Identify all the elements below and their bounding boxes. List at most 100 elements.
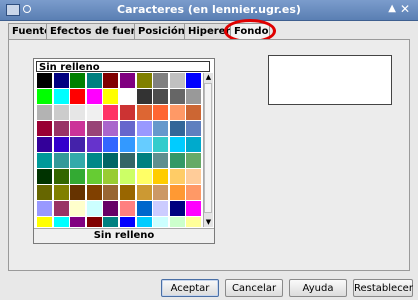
color-swatch[interactable] <box>169 89 185 104</box>
color-swatch[interactable] <box>136 137 152 152</box>
color-swatch[interactable] <box>186 169 202 184</box>
color-swatch[interactable] <box>37 121 52 136</box>
color-swatch[interactable] <box>70 201 86 216</box>
color-swatch[interactable] <box>169 185 185 200</box>
color-swatch[interactable] <box>86 73 102 88</box>
color-swatch[interactable] <box>70 137 86 152</box>
color-swatch[interactable] <box>120 73 135 88</box>
close-icon[interactable]: ✕ <box>400 2 410 16</box>
color-swatch[interactable] <box>120 121 135 136</box>
color-swatch[interactable] <box>186 201 202 216</box>
color-swatch[interactable] <box>37 89 52 104</box>
color-swatch[interactable] <box>136 185 152 200</box>
color-swatch[interactable] <box>53 169 69 184</box>
color-swatch[interactable] <box>86 121 102 136</box>
color-swatch[interactable] <box>153 105 169 120</box>
color-swatch[interactable] <box>86 185 102 200</box>
color-swatch[interactable] <box>120 153 135 168</box>
color-swatch[interactable] <box>86 169 102 184</box>
up-arrow-icon[interactable]: ▲ <box>388 3 396 14</box>
color-swatch[interactable] <box>186 137 202 152</box>
color-swatch[interactable] <box>186 121 202 136</box>
color-swatch[interactable] <box>120 217 135 227</box>
color-swatch[interactable] <box>186 217 202 227</box>
color-swatch[interactable] <box>86 153 102 168</box>
color-swatch[interactable] <box>186 73 202 88</box>
color-swatch[interactable] <box>103 137 119 152</box>
color-swatch[interactable] <box>70 73 86 88</box>
color-swatch[interactable] <box>120 169 135 184</box>
color-swatch[interactable] <box>186 89 202 104</box>
color-swatch[interactable] <box>37 201 52 216</box>
color-swatch[interactable] <box>153 121 169 136</box>
color-swatch[interactable] <box>70 89 86 104</box>
color-swatch[interactable] <box>86 137 102 152</box>
color-swatch[interactable] <box>169 137 185 152</box>
color-swatch[interactable] <box>153 153 169 168</box>
color-swatch[interactable] <box>120 185 135 200</box>
color-swatch[interactable] <box>53 153 69 168</box>
color-swatch[interactable] <box>37 73 52 88</box>
color-swatch[interactable] <box>186 153 202 168</box>
color-swatch[interactable] <box>153 217 169 227</box>
tab-fuente[interactable]: Fuente <box>8 23 50 39</box>
color-swatch[interactable] <box>37 153 52 168</box>
color-swatch[interactable] <box>70 121 86 136</box>
color-swatch[interactable] <box>169 73 185 88</box>
color-swatch[interactable] <box>37 169 52 184</box>
tab-efectos-de-fuente[interactable]: Efectos de fuente <box>46 23 138 39</box>
color-swatch[interactable] <box>136 121 152 136</box>
scroll-down-icon[interactable]: ▼ <box>204 218 213 227</box>
color-swatch[interactable] <box>86 217 102 227</box>
color-swatch[interactable] <box>37 137 52 152</box>
color-swatch[interactable] <box>53 121 69 136</box>
color-swatch[interactable] <box>70 185 86 200</box>
color-swatch[interactable] <box>37 105 52 120</box>
color-swatch[interactable] <box>70 153 86 168</box>
scroll-up-icon[interactable]: ▲ <box>204 73 213 82</box>
color-swatch[interactable] <box>169 121 185 136</box>
color-swatch[interactable] <box>169 217 185 227</box>
color-swatch[interactable] <box>53 89 69 104</box>
title-bar[interactable]: Caracteres (en lennier.ugr.es) ▲ ✕ <box>0 0 418 21</box>
color-swatch[interactable] <box>153 201 169 216</box>
color-swatch[interactable] <box>70 105 86 120</box>
color-swatch[interactable] <box>70 169 86 184</box>
color-swatch[interactable] <box>186 105 202 120</box>
color-swatch[interactable] <box>103 105 119 120</box>
color-swatch[interactable] <box>169 169 185 184</box>
color-swatch[interactable] <box>103 185 119 200</box>
color-swatch[interactable] <box>37 185 52 200</box>
color-swatch[interactable] <box>103 217 119 227</box>
color-swatch[interactable] <box>103 153 119 168</box>
color-swatch[interactable] <box>153 89 169 104</box>
scroll-thumb[interactable] <box>204 83 212 213</box>
color-swatch[interactable] <box>136 89 152 104</box>
color-swatch[interactable] <box>103 89 119 104</box>
tab-posicion[interactable]: Posición <box>134 23 188 39</box>
color-swatch[interactable] <box>103 201 119 216</box>
color-swatch[interactable] <box>53 137 69 152</box>
cancel-button[interactable]: Cancelar <box>225 279 283 297</box>
color-swatch[interactable] <box>86 201 102 216</box>
color-swatch[interactable] <box>103 73 119 88</box>
color-swatch[interactable] <box>169 201 185 216</box>
color-swatch[interactable] <box>103 169 119 184</box>
color-swatch[interactable] <box>86 89 102 104</box>
color-swatch[interactable] <box>136 153 152 168</box>
color-swatch[interactable] <box>53 105 69 120</box>
color-swatch[interactable] <box>120 105 135 120</box>
color-swatch[interactable] <box>186 185 202 200</box>
color-swatch[interactable] <box>53 185 69 200</box>
color-swatch[interactable] <box>136 73 152 88</box>
color-swatch[interactable] <box>136 201 152 216</box>
color-swatch[interactable] <box>37 217 52 227</box>
color-swatch[interactable] <box>120 201 135 216</box>
color-swatch[interactable] <box>53 201 69 216</box>
color-swatch[interactable] <box>136 105 152 120</box>
reset-button[interactable]: Restablecer <box>353 279 413 297</box>
palette-scrollbar[interactable]: ▲ ▼ <box>203 73 213 227</box>
color-swatch[interactable] <box>169 153 185 168</box>
color-swatch[interactable] <box>103 121 119 136</box>
color-swatch[interactable] <box>70 217 86 227</box>
